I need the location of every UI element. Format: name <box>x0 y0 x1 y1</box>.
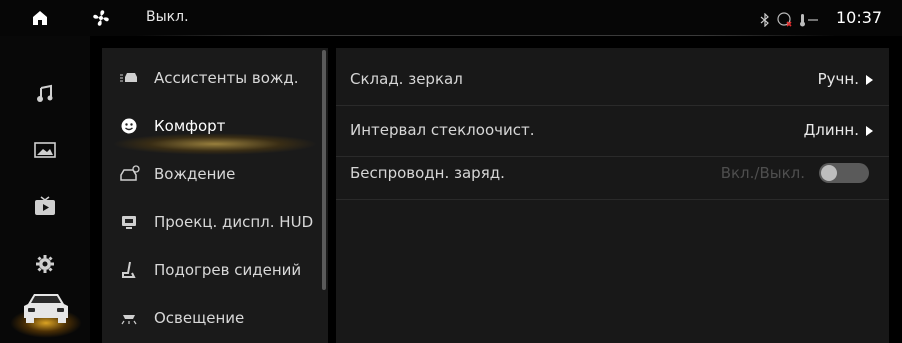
setting-row-mirror-fold[interactable]: Склад. зеркал Ручн. <box>336 55 889 106</box>
home-icon[interactable] <box>32 10 48 26</box>
music-icon[interactable] <box>33 82 57 106</box>
hud-icon <box>120 213 138 231</box>
climate-status-text[interactable]: Выкл. <box>146 9 189 25</box>
seat-heating-icon <box>120 261 138 279</box>
wireless-charging-toggle[interactable] <box>819 163 869 183</box>
status-icons <box>760 11 820 31</box>
setting-value: Ручн. <box>817 70 859 88</box>
fan-icon[interactable] <box>92 9 110 27</box>
menu-item-lighting[interactable]: Освещение <box>102 295 328 343</box>
setting-row-wireless-charging: Беспроводн. заряд. Вкл./Выкл. <box>336 149 889 200</box>
arrow-right-icon <box>866 126 873 136</box>
menu-item-seat-heating[interactable]: Подогрев сидений <box>102 247 328 295</box>
menu-item-label: Проекц. диспл. HUD <box>154 213 314 231</box>
driver-assist-icon <box>120 69 138 87</box>
menu-item-label: Освещение <box>154 309 245 327</box>
gallery-icon[interactable] <box>33 138 57 162</box>
menu-item-driving[interactable]: Вождение <box>102 151 328 199</box>
arrow-right-icon <box>866 75 873 85</box>
toggle-knob <box>821 165 837 181</box>
comfort-icon <box>120 117 138 135</box>
settings-category-menu: Ассистенты вожд. Комфорт Вождение Проекц… <box>102 48 328 343</box>
menu-item-label: Подогрев сидений <box>154 261 302 279</box>
setting-label: Склад. зеркал <box>350 70 463 88</box>
no-signal-icon <box>776 11 792 31</box>
setting-label: Интервал стеклоочист. <box>350 121 535 139</box>
settings-gear-icon[interactable] <box>33 252 57 276</box>
settings-panel: Склад. зеркал Ручн. Интервал стеклоочист… <box>336 48 889 343</box>
menu-item-hud[interactable]: Проекц. диспл. HUD <box>102 199 328 247</box>
setting-toggle-caption: Вкл./Выкл. <box>720 164 805 182</box>
menu-item-label: Вождение <box>154 165 236 183</box>
menu-scrollbar[interactable] <box>322 50 326 290</box>
status-bar: Выкл. 10:37 <box>0 0 902 36</box>
menu-item-comfort[interactable]: Комфорт <box>102 103 328 155</box>
menu-item-driver-assist[interactable]: Ассистенты вожд. <box>102 55 328 103</box>
car-icon[interactable] <box>10 290 82 338</box>
bluetooth-icon <box>760 12 770 31</box>
setting-label: Беспроводн. заряд. <box>350 164 505 182</box>
status-divider <box>136 35 836 36</box>
driving-icon <box>120 165 140 183</box>
clock: 10:37 <box>836 8 883 27</box>
setting-value: Длинн. <box>803 121 859 139</box>
menu-item-label: Комфорт <box>154 117 226 135</box>
temperature-icon <box>798 12 820 31</box>
lighting-icon <box>120 309 138 327</box>
video-icon[interactable] <box>33 194 57 218</box>
menu-item-label: Ассистенты вожд. <box>154 69 299 87</box>
